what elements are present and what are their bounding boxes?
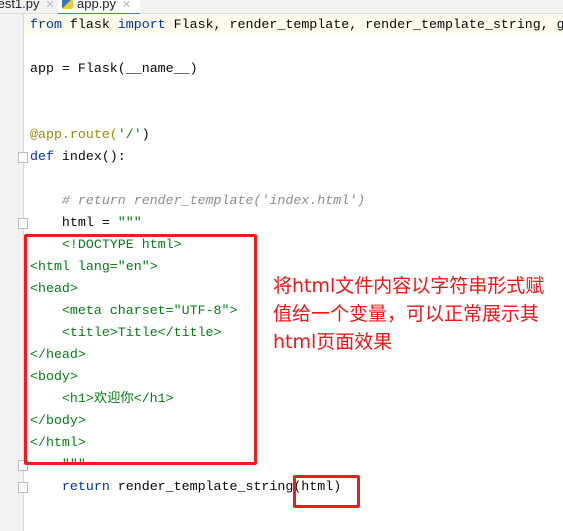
code-token: flask xyxy=(61,17,118,32)
fold-icon[interactable] xyxy=(18,152,28,163)
code-line: @app.route('/') xyxy=(30,124,563,146)
code-token: index(): xyxy=(53,149,126,164)
tab-label: test1.py xyxy=(0,0,40,11)
code-line: html = """ xyxy=(30,212,563,234)
fold-icon[interactable] xyxy=(18,218,28,229)
code-token: @app.route( xyxy=(30,127,118,142)
code-token: Flask, render_template, render_template_… xyxy=(165,17,563,32)
code-token: html = xyxy=(30,215,118,230)
code-line: from flask import Flask, render_template… xyxy=(30,14,563,36)
code-token: '/' xyxy=(117,127,142,142)
code-token: import xyxy=(117,17,166,32)
tab-app[interactable]: app.py ✕ xyxy=(58,0,140,15)
code-line: def index(): xyxy=(30,146,563,168)
code-token: app = Flask(__name__) xyxy=(30,61,198,76)
editor-tab-bar: test1.py ✕ app.py ✕ xyxy=(0,0,563,15)
code-token: """ xyxy=(117,215,142,230)
annotation-text: 将html文件内容以字符串形式赋值给一个变量，可以正常展示其html页面效果 xyxy=(273,275,545,353)
tab-label: app.py xyxy=(77,0,117,11)
close-icon[interactable]: ✕ xyxy=(122,0,131,11)
code-token: def xyxy=(30,149,54,164)
code-line: app = Flask(__name__) xyxy=(30,58,563,80)
highlight-box-html-string xyxy=(24,234,257,465)
code-token: ) xyxy=(141,127,150,142)
code-token: # return render_template('index.html') xyxy=(30,193,366,208)
editor-gutter xyxy=(0,14,24,531)
python-file-icon xyxy=(62,0,73,9)
close-icon[interactable]: ✕ xyxy=(46,0,55,11)
code-line: # return render_template('index.html') xyxy=(30,190,563,212)
highlight-box-html-arg xyxy=(293,475,360,508)
tab-test1[interactable]: test1.py ✕ xyxy=(0,0,55,13)
fold-icon[interactable] xyxy=(18,482,28,493)
code-token: return xyxy=(30,479,110,494)
code-token: from xyxy=(30,17,62,32)
